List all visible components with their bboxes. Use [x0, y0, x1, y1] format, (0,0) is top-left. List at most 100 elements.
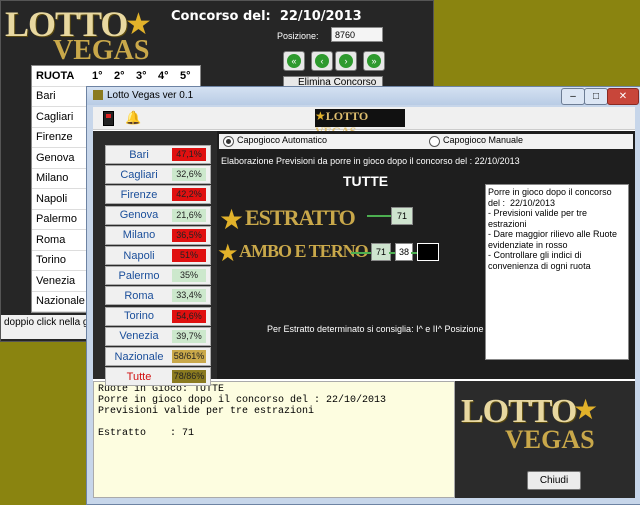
last-button[interactable]: »: [363, 51, 385, 71]
wheel-percentage: 35%: [172, 269, 206, 283]
estratto-value: 71: [391, 207, 413, 225]
prev-icon: ‹: [315, 54, 329, 68]
wheel-button-palermo[interactable]: Palermo 35%: [105, 266, 211, 286]
wheel-percentage: 58/61%: [172, 350, 206, 363]
wheel-button-genova[interactable]: Genova 21,6%: [105, 205, 211, 225]
wheel-name: Palermo: [118, 269, 160, 282]
output-textarea[interactable]: Ruote in Gioco: TUTTE Porre in gioco dop…: [93, 381, 455, 498]
wheel-button-milano[interactable]: Milano 36,5%: [105, 225, 211, 245]
consiglio-text: Per Estratto determinato si consiglia: I…: [267, 324, 484, 334]
lotto-vegas-window: Lotto Vegas ver 0.1 – □ ✕ 🔔 ★LOTTO VEGAS…: [86, 86, 640, 505]
ambo-star-icon: ★: [217, 240, 239, 267]
ambo-value-1: 71: [371, 243, 391, 261]
wheel-cell: Firenze: [36, 131, 73, 144]
wheel-name: Bari: [129, 148, 149, 161]
wheel-percentage: 51%: [172, 249, 206, 262]
wheel-name: Nazionale: [114, 350, 164, 363]
logo-vegas-text: VEGAS: [505, 425, 595, 454]
radio-auto[interactable]: [223, 136, 234, 147]
minimize-button[interactable]: –: [561, 88, 585, 105]
radio-auto-label: Capogioco Automatico: [237, 135, 328, 145]
concorso-date: 22/10/2013: [279, 9, 362, 24]
window-client-area: 🔔 ★LOTTO VEGAS Capogioco Automatico Capo…: [93, 107, 635, 498]
toolbar: 🔔 ★LOTTO VEGAS: [93, 107, 635, 138]
chiudi-button[interactable]: Chiudi: [527, 471, 581, 490]
next-icon: ›: [339, 54, 353, 68]
header-ruota: RUOTA: [36, 69, 75, 82]
wheel-button-torino[interactable]: Torino 54,6%: [105, 306, 211, 326]
wheel-percentage: 39,7%: [172, 329, 206, 343]
concorso-label: Concorso del: 22/10/2013: [171, 9, 362, 24]
star-icon: ★: [315, 109, 326, 123]
radio-bar: Capogioco Automatico Capogioco Manuale: [219, 134, 633, 149]
device-icon[interactable]: [103, 111, 114, 126]
posizione-label: Posizione:: [277, 31, 319, 41]
first-icon: «: [287, 54, 301, 68]
first-button[interactable]: «: [283, 51, 305, 71]
prev-button[interactable]: ‹: [311, 51, 333, 71]
logo-panel: LOTTO ★ VEGAS Chiudi: [455, 381, 635, 498]
estratto-connector: [367, 215, 391, 217]
wheel-button-roma[interactable]: Roma 33,4%: [105, 286, 211, 306]
wheel-name: Roma: [124, 289, 154, 302]
wheel-name: Cagliari: [120, 168, 158, 181]
wheel-percentage: 21,6%: [172, 208, 206, 222]
ambo-terno-label: AMBO E TERNO: [239, 241, 369, 261]
notes-box: Porre in gioco dopo il concorso del : 22…: [485, 184, 629, 360]
wheel-button-napoli[interactable]: Napoli 51%: [105, 246, 211, 265]
wheel-button-venezia[interactable]: Venezia 39,7%: [105, 326, 211, 346]
estratto-label: ESTRATTO: [245, 205, 356, 230]
posizione-input[interactable]: 8760: [331, 27, 383, 42]
header-col: 2°: [114, 69, 125, 82]
wheel-name: Tutte: [126, 370, 152, 383]
wheel-name: Torino: [124, 310, 154, 323]
wheel-cell: Bari: [36, 90, 56, 103]
wheel-name: Genova: [119, 209, 159, 222]
table-header-row: RUOTA 1° 2° 3° 4° 5°: [32, 66, 200, 87]
wheel-name: Napoli: [123, 249, 155, 262]
wheel-name: Firenze: [120, 188, 158, 201]
header-col: 5°: [180, 69, 191, 82]
wheel-percentage: 32,6%: [172, 168, 206, 182]
wheel-button-firenze[interactable]: Firenze 42,2%: [105, 185, 211, 205]
close-window-button[interactable]: ✕: [607, 88, 639, 105]
header-col: 3°: [136, 69, 147, 82]
maximize-button[interactable]: □: [584, 88, 608, 105]
wheel-cell: Torino: [36, 254, 66, 267]
wheel-cell: Palermo: [36, 213, 77, 226]
wheel-name: Milano: [122, 229, 156, 242]
next-button[interactable]: ›: [335, 51, 357, 71]
header-col: 1°: [92, 69, 103, 82]
wheel-cell: Milano: [36, 172, 69, 185]
wheel-cell: Cagliari: [36, 110, 74, 123]
wheel-cell: Roma: [36, 233, 66, 246]
window-title: Lotto Vegas ver 0.1: [107, 90, 194, 101]
elaborazione-text: Elaborazione Previsioni da porre in gioc…: [221, 156, 520, 166]
tutte-title: TUTTE: [343, 173, 389, 189]
star-icon: ★: [573, 394, 599, 425]
wheel-button-tutte[interactable]: Tutte 78/86%: [105, 367, 211, 387]
bell-icon[interactable]: 🔔: [125, 110, 141, 126]
wheel-button-bari[interactable]: Bari 47,1%: [105, 145, 211, 164]
banner-logo: ★LOTTO VEGAS: [315, 109, 405, 138]
logo-vegas-text: VEGAS: [53, 35, 150, 66]
status-bar: doppio click nella gri: [1, 315, 87, 339]
wheel-percentage: 47,1%: [172, 148, 206, 161]
wheel-percentage: 42,2%: [172, 188, 206, 202]
wheel-percentage: 33,4%: [172, 289, 206, 303]
radio-manual[interactable]: [429, 136, 440, 147]
wheel-percentage: 36,5%: [172, 228, 206, 242]
wheel-cell: Genova: [36, 151, 75, 164]
terno-value: [417, 243, 439, 261]
header-col: 4°: [158, 69, 169, 82]
wheel-button-nazionale[interactable]: Nazionale 58/61%: [105, 347, 211, 366]
wheel-cell: Napoli: [36, 192, 68, 205]
wheel-name: Venezia: [119, 330, 159, 343]
wheel-button-cagliari[interactable]: Cagliari 32,6%: [105, 165, 211, 185]
radio-manual-label: Capogioco Manuale: [443, 135, 524, 145]
wheel-percentage: 78/86%: [172, 370, 206, 384]
wheel-cell: Venezia: [36, 274, 76, 287]
ambo-connector: [351, 252, 371, 254]
estratto-star-icon: ★: [219, 204, 245, 235]
title-bar[interactable]: Lotto Vegas ver 0.1 – □ ✕: [87, 87, 640, 105]
